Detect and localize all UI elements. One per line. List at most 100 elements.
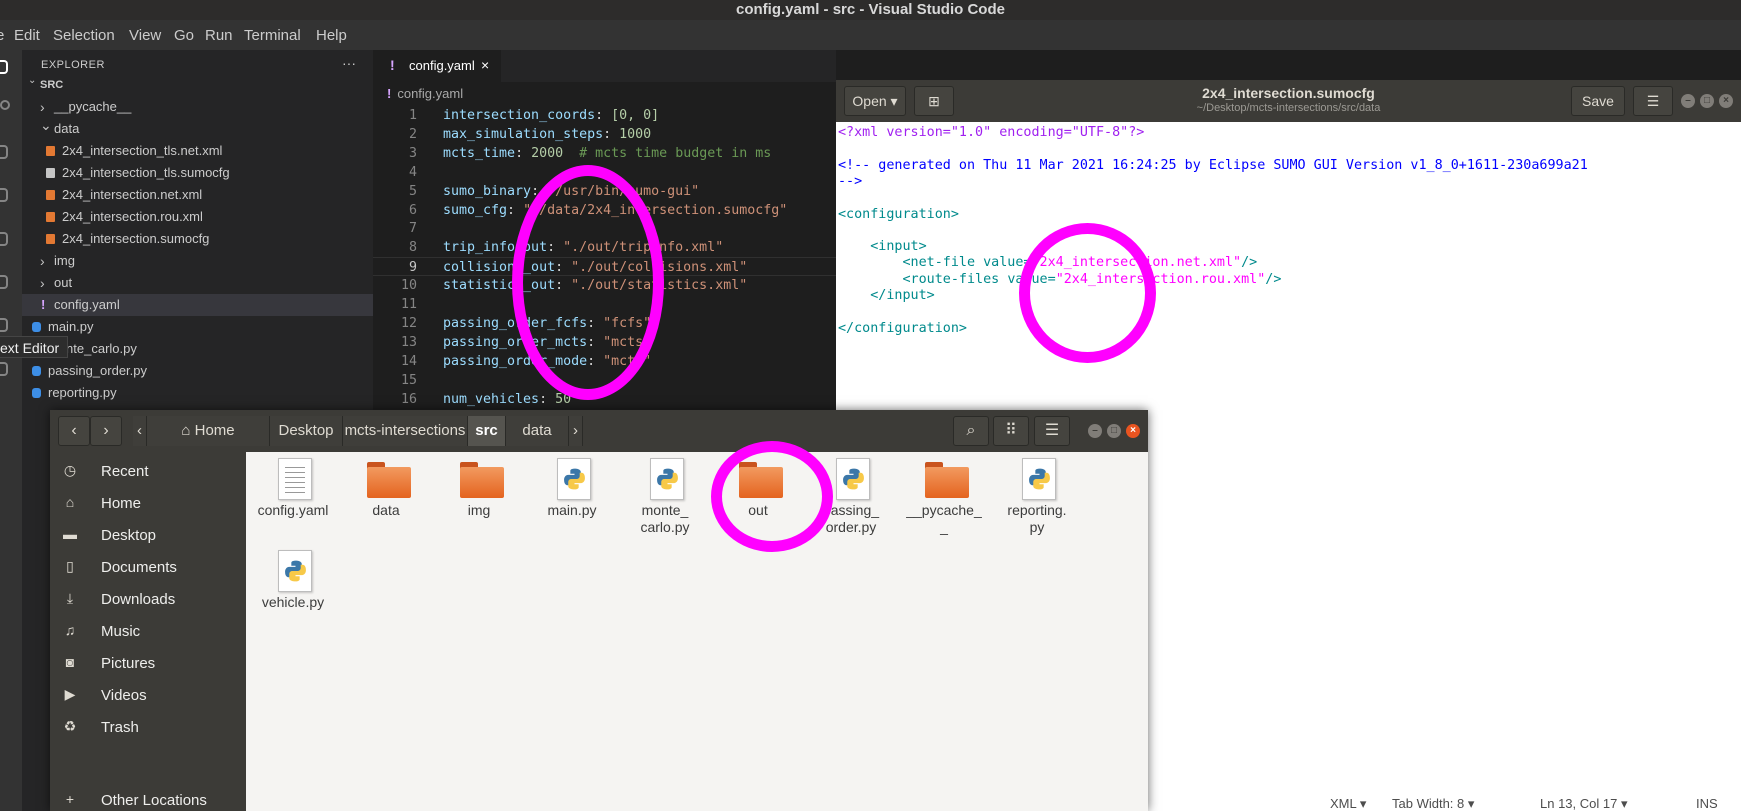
file-item[interactable]: reporting. py bbox=[992, 452, 1082, 544]
path-home[interactable]: ⌂ Home bbox=[147, 416, 270, 446]
view-toggle-icon[interactable]: ⠿ bbox=[993, 416, 1029, 446]
cursor-position[interactable]: Ln 13, Col 17 ▾ bbox=[1540, 796, 1627, 811]
line-number: 7 bbox=[408, 221, 417, 237]
extensions-icon[interactable] bbox=[0, 232, 8, 246]
tree-file[interactable]: 2x4_intersection.rou.xml bbox=[22, 206, 373, 228]
breadcrumb[interactable]: ! config.yaml bbox=[387, 86, 463, 101]
tab-width-selector[interactable]: Tab Width: 8 ▾ bbox=[1392, 796, 1474, 811]
file-item[interactable]: passing_ order.py bbox=[806, 452, 896, 544]
path-mcts-intersections[interactable]: mcts-intersections bbox=[343, 416, 468, 446]
save-button[interactable]: Save bbox=[1571, 86, 1625, 116]
file-item[interactable]: config.yaml bbox=[248, 452, 338, 544]
explorer-icon[interactable] bbox=[0, 60, 8, 74]
place-recent[interactable]: ◷ Recent bbox=[50, 455, 246, 487]
place-label: Recent bbox=[101, 463, 149, 480]
folder-body bbox=[925, 467, 969, 498]
back-button[interactable]: ‹ bbox=[58, 416, 90, 446]
tools-icon[interactable] bbox=[0, 362, 8, 376]
menu-item-edit[interactable]: Edit bbox=[14, 27, 40, 44]
py-file-icon bbox=[32, 388, 41, 398]
line-text: sumo_cfg: "./data/2x4_intersection.sumoc… bbox=[443, 201, 787, 220]
search-icon[interactable]: ⌕ bbox=[953, 416, 989, 446]
yaml-colon: : bbox=[555, 278, 572, 294]
source-control-icon[interactable] bbox=[0, 145, 8, 159]
menu-item-selection[interactable]: Selection bbox=[53, 27, 115, 44]
tree-folder[interactable]: ⌄ SRC bbox=[22, 74, 373, 96]
tree-file[interactable]: reporting.py bbox=[22, 382, 373, 404]
doc-line bbox=[285, 482, 305, 483]
maximize-icon[interactable]: □ bbox=[1700, 94, 1714, 108]
close-icon[interactable]: × bbox=[1126, 424, 1140, 438]
hamburger-menu-icon[interactable]: ☰ bbox=[1034, 416, 1070, 446]
hamburger-menu-icon[interactable]: ☰ bbox=[1633, 86, 1673, 116]
file-item[interactable]: img bbox=[434, 452, 524, 544]
maximize-icon[interactable]: □ bbox=[1107, 424, 1121, 438]
menu-item-terminal[interactable]: Terminal bbox=[244, 27, 301, 44]
path-scroll-right-icon[interactable]: › bbox=[569, 416, 583, 446]
yaml-value: "/usr/bin/sumo-gui" bbox=[547, 183, 700, 199]
line-number: 14 bbox=[400, 353, 417, 369]
place-label: Trash bbox=[101, 719, 139, 736]
yaml-key: intersection_coords bbox=[443, 108, 596, 123]
path-label: mcts-intersections bbox=[344, 422, 466, 439]
yaml-icon: ! bbox=[390, 57, 395, 73]
file-item[interactable]: data bbox=[341, 452, 431, 544]
tree-folder[interactable]: › img bbox=[22, 250, 373, 272]
menu-item-e[interactable]: e bbox=[0, 27, 4, 44]
path-label: Home bbox=[194, 422, 235, 439]
tree-file[interactable]: 2x4_intersection.sumocfg bbox=[22, 228, 373, 250]
tree-label: img bbox=[54, 253, 75, 268]
remote-icon[interactable] bbox=[0, 275, 8, 289]
place-videos[interactable]: ▶ Videos bbox=[50, 679, 246, 711]
place-home[interactable]: ⌂ Home bbox=[50, 487, 246, 519]
tree-file[interactable]: monte_carlo.py bbox=[22, 338, 373, 360]
forward-button[interactable]: › bbox=[90, 416, 122, 446]
tree-folder[interactable]: › out bbox=[22, 272, 373, 294]
tree-file[interactable]: 2x4_intersection.net.xml bbox=[22, 184, 373, 206]
place-label: Music bbox=[101, 623, 141, 640]
minimize-icon[interactable]: – bbox=[1681, 94, 1695, 108]
tree-file[interactable]: ! config.yaml bbox=[22, 294, 373, 316]
path-src[interactable]: src bbox=[468, 416, 506, 446]
xml-file-icon bbox=[46, 234, 55, 244]
place-downloads[interactable]: ⤓ Downloads bbox=[50, 583, 246, 615]
file-item[interactable]: vehicle.py bbox=[248, 544, 338, 636]
file-item[interactable]: __pycache_ _ bbox=[899, 452, 989, 544]
place-desktop[interactable]: ▬ Desktop bbox=[50, 519, 246, 551]
code-line: 15 bbox=[373, 371, 836, 390]
xml-token: <configuration> bbox=[838, 206, 959, 222]
place-trash[interactable]: ♻ Trash bbox=[50, 711, 246, 743]
menu-item-help[interactable]: Help bbox=[316, 27, 347, 44]
tree-file[interactable]: main.py bbox=[22, 316, 373, 338]
place-documents[interactable]: ▯ Documents bbox=[50, 551, 246, 583]
run-icon[interactable] bbox=[0, 188, 8, 202]
tree-file[interactable]: 2x4_intersection_tls.sumocfg bbox=[22, 162, 373, 184]
tree-file[interactable]: passing_order.py bbox=[22, 360, 373, 382]
place-music[interactable]: ♫ Music bbox=[50, 615, 246, 647]
code-line: 16 num_vehicles: 50 bbox=[373, 390, 836, 409]
more-actions-icon[interactable]: ··· bbox=[342, 55, 356, 71]
file-item[interactable]: main.py bbox=[527, 452, 617, 544]
test-icon[interactable] bbox=[0, 318, 8, 332]
tree-file[interactable]: 2x4_intersection_tls.net.xml bbox=[22, 140, 373, 162]
search-icon[interactable] bbox=[0, 100, 10, 110]
language-selector[interactable]: XML ▾ bbox=[1330, 796, 1366, 811]
menu-item-run[interactable]: Run bbox=[205, 27, 233, 44]
tab-config-yaml[interactable]: ! config.yaml × bbox=[373, 50, 501, 82]
file-item[interactable]: out bbox=[713, 452, 803, 544]
place-other-locations[interactable]: + Other Locations bbox=[50, 784, 246, 811]
tree-folder[interactable]: › __pycache__ bbox=[22, 96, 373, 118]
file-item[interactable]: monte_ carlo.py bbox=[620, 452, 710, 544]
line-number: 15 bbox=[400, 372, 417, 388]
path-scroll-left-icon[interactable]: ‹ bbox=[133, 416, 147, 446]
xml-line: --> bbox=[838, 173, 1738, 191]
menu-item-view[interactable]: View bbox=[129, 27, 161, 44]
place-pictures[interactable]: ◙ Pictures bbox=[50, 647, 246, 679]
menu-item-go[interactable]: Go bbox=[174, 27, 194, 44]
close-icon[interactable]: × bbox=[1719, 94, 1733, 108]
path-desktop[interactable]: Desktop bbox=[270, 416, 343, 446]
minimize-icon[interactable]: – bbox=[1088, 424, 1102, 438]
close-icon[interactable]: × bbox=[481, 57, 489, 73]
tree-folder[interactable]: ⌄ data bbox=[22, 117, 373, 140]
path-data[interactable]: data bbox=[506, 416, 569, 446]
